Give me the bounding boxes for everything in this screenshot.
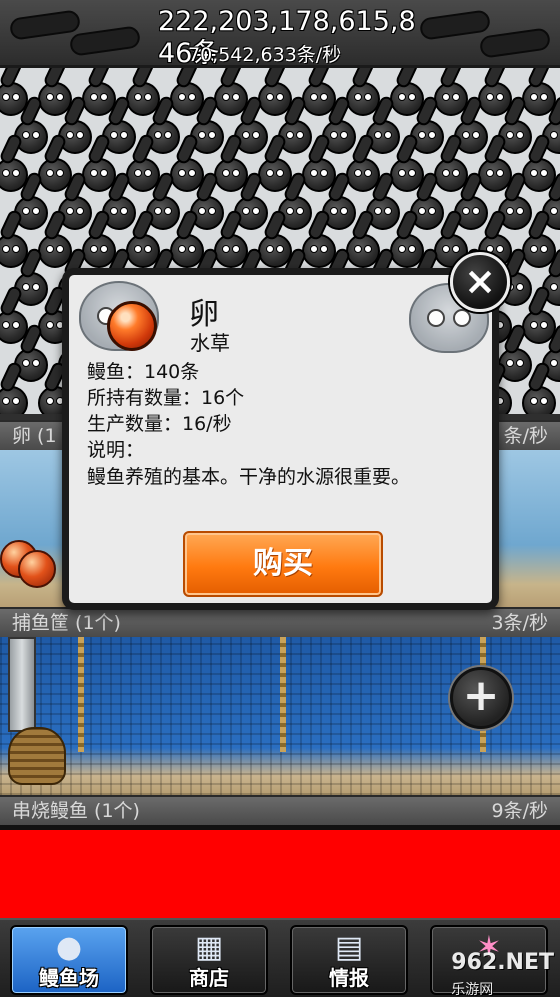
row-header-skewer: 串烧鳗鱼 (1个) 9条/秒 <box>0 795 560 825</box>
nav-label: 商店 <box>189 966 229 990</box>
row-rate: 条/秒 <box>503 425 548 447</box>
dialog-stats: 鳗鱼：140条 所持有数量：16个 生产数量：16/秒 说明： <box>87 359 487 463</box>
dialog-description: 鳗鱼养殖的基本。干净的水源很重要。 <box>87 466 411 488</box>
price-text: 鳗鱼：140条 <box>87 361 200 383</box>
ad-banner[interactable] <box>0 830 560 918</box>
item-detail-dialog: 卵 水草 鳗鱼：140条 所持有数量：16个 生产数量：16/秒 说明： 鳗鱼养… <box>62 268 499 610</box>
eel-decoration <box>478 27 552 59</box>
nav-shop[interactable]: ▦ 商店 <box>150 925 268 995</box>
watermark-sub: 乐游网 <box>451 982 494 997</box>
eel-decoration <box>68 25 142 57</box>
row-header-basket: 捕鱼筐 (1个) 3条/秒 <box>0 607 560 637</box>
eel-decoration <box>418 9 492 41</box>
row-name: 捕鱼筐 (1个) <box>12 612 121 634</box>
watermark-text: 962.NET <box>451 950 554 975</box>
shop-icon: ▦ <box>194 930 224 965</box>
pipe-icon <box>8 637 36 732</box>
nav-eel-farm[interactable]: ● 鳗鱼场 <box>10 925 128 995</box>
eel-icon: ● <box>55 930 83 965</box>
rope-icon <box>78 637 84 752</box>
top-counter-bar: 222,203,178,615,846条 70,542,633条/秒 <box>0 0 560 68</box>
dialog-subtitle: 水草 <box>190 331 230 355</box>
owned-text: 所持有数量：16个 <box>87 387 245 409</box>
buy-button[interactable]: 购买 <box>183 531 383 597</box>
eel-sprite <box>522 360 556 414</box>
nav-info[interactable]: ▤ 情报 <box>290 925 408 995</box>
add-button[interactable]: + <box>450 667 512 729</box>
egg-icon <box>107 301 157 351</box>
nav-label: 情报 <box>329 966 369 990</box>
row-name: 卵 (1 <box>12 425 57 447</box>
eel-decoration <box>8 9 82 41</box>
news-icon: ▤ <box>334 930 364 965</box>
rope-icon <box>280 637 286 752</box>
close-icon[interactable]: × <box>450 252 510 312</box>
row-basket-area[interactable]: + <box>0 637 560 795</box>
eel-rate: 70,542,633条/秒 <box>188 44 342 66</box>
row-rate: 9条/秒 <box>491 800 549 822</box>
row-name: 串烧鳗鱼 (1个) <box>12 800 140 822</box>
basket-icon <box>8 727 66 785</box>
egg-icon <box>18 550 56 588</box>
watermark-logo: 962.NET 乐游网 <box>451 950 554 997</box>
eel-sprite <box>0 360 28 414</box>
row-rate: 3条/秒 <box>491 612 549 634</box>
production-text: 生产数量：16/秒 <box>87 413 232 435</box>
desc-label: 说明： <box>87 439 145 461</box>
nav-label: 鳗鱼场 <box>39 966 99 990</box>
